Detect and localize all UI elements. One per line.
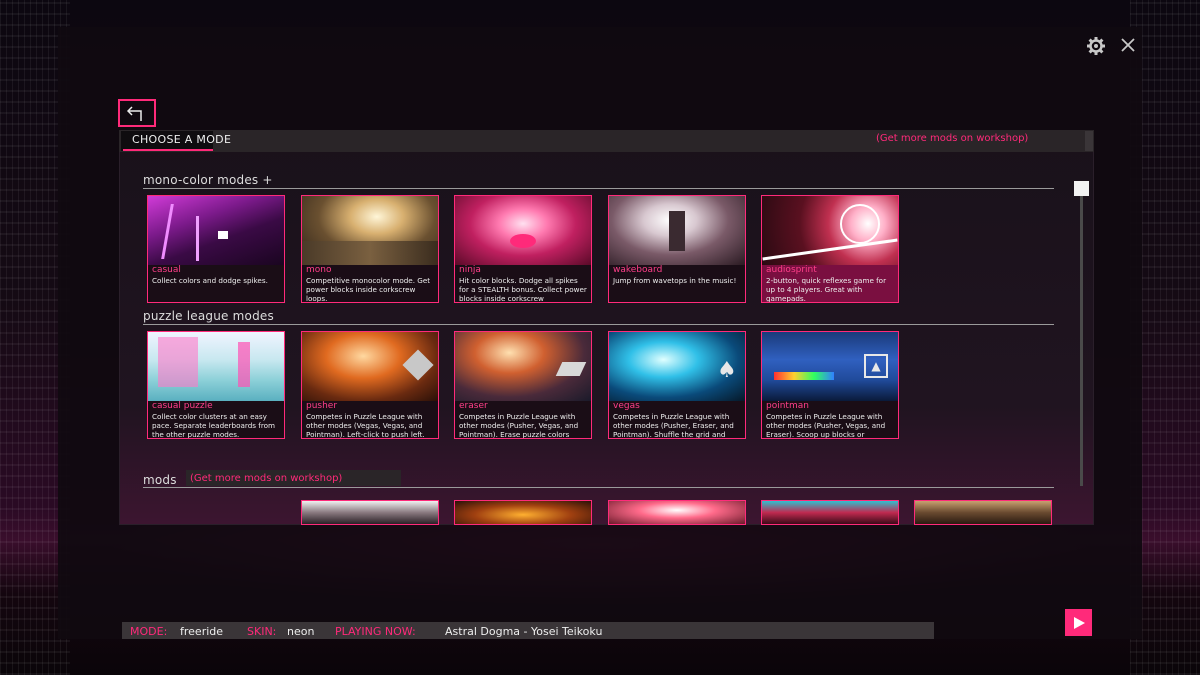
- mode-select-panel: [119, 130, 1094, 525]
- mode-thumbnail: ▲: [762, 332, 898, 401]
- gear-icon[interactable]: [1085, 36, 1107, 58]
- mode-card-ninja[interactable]: ninja Hit color blocks. Dodge all spikes…: [454, 195, 592, 303]
- title-underline: [123, 149, 213, 151]
- mode-name: ninja: [459, 265, 481, 275]
- mode-thumbnail: [762, 196, 898, 265]
- mode-card-casual-puzzle[interactable]: casual puzzle Collect color clusters at …: [147, 331, 285, 439]
- mode-name: pusher: [306, 401, 338, 411]
- mod-card[interactable]: [761, 500, 899, 525]
- mods-workshop-link[interactable]: (Get more mods on workshop): [190, 473, 342, 484]
- mod-card[interactable]: [301, 500, 439, 525]
- mod-card[interactable]: [608, 500, 746, 525]
- mode-thumbnail: [609, 196, 745, 265]
- mod-card[interactable]: [914, 500, 1052, 525]
- mode-name: audiosprint: [766, 265, 817, 275]
- section-divider: [143, 188, 1054, 189]
- spade-icon: ♠: [717, 358, 737, 383]
- mode-description: Collect color clusters at an easy pace. …: [152, 412, 276, 439]
- mode-description: Competes in Puzzle League with other mod…: [459, 412, 579, 439]
- mode-thumbnail: [302, 332, 438, 401]
- scrollbar-track[interactable]: [1080, 196, 1083, 486]
- mode-name: vegas: [613, 401, 640, 411]
- mode-description: Collect colors and dodge spikes.: [152, 276, 268, 285]
- mode-name: eraser: [459, 401, 488, 411]
- mode-card-eraser[interactable]: eraser Competes in Puzzle League with ot…: [454, 331, 592, 439]
- mode-card-mono[interactable]: mono Competitive monocolor mode. Get pow…: [301, 195, 439, 303]
- mode-description: Competes in Puzzle League with other mod…: [306, 412, 425, 439]
- mode-name: mono: [306, 265, 332, 275]
- mode-name: wakeboard: [613, 265, 663, 275]
- playing-label: PLAYING NOW:: [335, 625, 416, 638]
- playing-value: Astral Dogma - Yosei Teikoku: [445, 625, 603, 638]
- workshop-link[interactable]: (Get more mods on workshop): [876, 133, 1028, 144]
- mode-card-casual[interactable]: casual Collect colors and dodge spikes.: [147, 195, 285, 303]
- skin-value: neon: [287, 625, 315, 638]
- mode-card-pointman[interactable]: ▲ pointman Competes in Puzzle League wit…: [761, 331, 899, 439]
- mod-card[interactable]: [454, 500, 592, 525]
- mode-description: 2-button, quick reflexes game for up to …: [766, 276, 887, 303]
- page-title: CHOOSE A MODE: [132, 133, 232, 146]
- mode-value: freeride: [180, 625, 224, 638]
- mode-thumbnail: [148, 332, 284, 401]
- mode-thumbnail: ♠: [609, 332, 745, 401]
- mode-name: pointman: [766, 401, 809, 411]
- mode-description: Jump from wavetops in the music!: [613, 276, 737, 285]
- mode-description: Hit color blocks. Dodge all spikes for a…: [459, 276, 587, 303]
- scrollbar-thumb[interactable]: [1074, 181, 1089, 196]
- close-icon-graphic: [1121, 38, 1135, 52]
- play-button[interactable]: [1065, 609, 1092, 636]
- section-divider: [143, 324, 1054, 325]
- back-arrow-icon: [126, 106, 142, 121]
- section-title-mono: mono-color modes +: [143, 173, 273, 187]
- gear-icon-graphic: [1087, 37, 1105, 55]
- section-title-puzzle: puzzle league modes: [143, 309, 274, 323]
- mode-card-vegas[interactable]: ♠ vegas Competes in Puzzle League with o…: [608, 331, 746, 439]
- mode-card-pusher[interactable]: pusher Competes in Puzzle League with ot…: [301, 331, 439, 439]
- mode-name: casual puzzle: [152, 401, 213, 411]
- skin-label: SKIN:: [247, 625, 277, 638]
- play-icon: [1073, 616, 1085, 629]
- mode-description: Competes in Puzzle League with other mod…: [613, 412, 734, 439]
- section-title-mods: mods: [143, 473, 177, 487]
- mode-card-wakeboard[interactable]: wakeboard Jump from wavetops in the musi…: [608, 195, 746, 303]
- mode-name: casual: [152, 265, 181, 275]
- mode-description: Competitive monocolor mode. Get power bl…: [306, 276, 431, 303]
- header-end-cap: [1085, 131, 1093, 151]
- mode-thumbnail: [455, 332, 591, 401]
- mode-card-audiosprint[interactable]: audiosprint 2-button, quick reflexes gam…: [761, 195, 899, 303]
- section-divider: [143, 487, 1054, 488]
- up-arrow-icon: ▲: [864, 354, 888, 378]
- mode-description: Competes in Puzzle League with other mod…: [766, 412, 886, 439]
- mode-thumbnail: [302, 196, 438, 265]
- mode-label: MODE:: [130, 625, 168, 638]
- mode-thumbnail: [455, 196, 591, 265]
- mode-thumbnail: [148, 196, 284, 265]
- close-icon[interactable]: [1117, 36, 1139, 58]
- back-button[interactable]: [118, 99, 156, 127]
